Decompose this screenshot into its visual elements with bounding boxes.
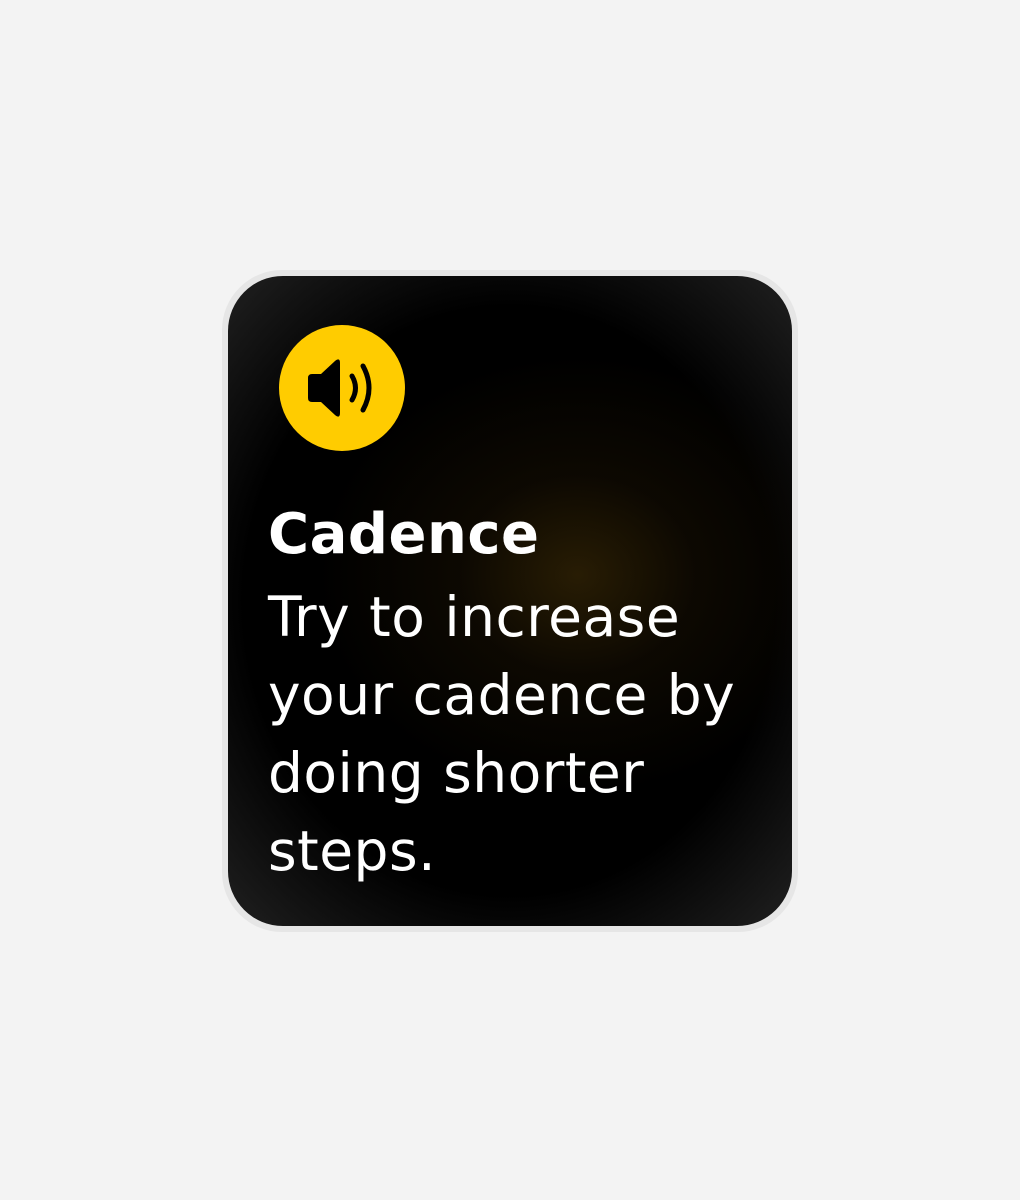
watch-screen[interactable]: Cadence Try to increase your cadence by … [228,276,792,926]
speaker-badge [279,325,405,451]
page-canvas: Cadence Try to increase your cadence by … [0,0,1020,1200]
alert-title: Cadence [268,502,540,567]
alert-message: Try to increase your cadence by doing sh… [268,585,736,883]
speaker-wave-icon [308,359,372,417]
